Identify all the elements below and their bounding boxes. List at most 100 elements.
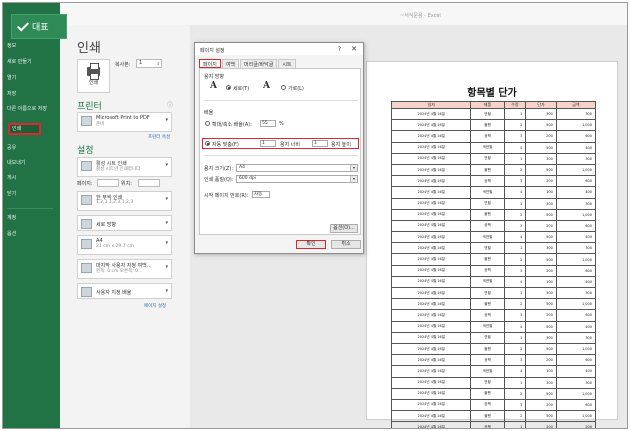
divider bbox=[204, 155, 358, 156]
table-cell: 색연필 bbox=[470, 231, 505, 244]
table-cell: 300 bbox=[525, 286, 557, 300]
copies-input[interactable]: 1 ⇕ bbox=[136, 59, 162, 68]
table-row: 2024년 4월 16일 볼펜 2 500 1,000 bbox=[390, 387, 597, 400]
scaling-select[interactable]: 사용자 지정 배율 ▾ bbox=[77, 283, 172, 299]
adjust-input[interactable]: 55 bbox=[260, 120, 276, 127]
table-cell: 500 bbox=[525, 320, 557, 333]
tab-margins[interactable]: 여백 bbox=[221, 59, 240, 68]
excel-window: ~서식문용 - Excel 대표 정보 새로 만들기 열기 저장 다른 이름으로… bbox=[2, 2, 628, 429]
settings-heading: 설정 bbox=[77, 146, 94, 156]
paper-size-select[interactable]: A4 21 cm x 29.7 cm ▾ bbox=[77, 235, 172, 255]
table-cell: 공책 bbox=[470, 309, 505, 322]
table-header: 금액 bbox=[555, 101, 597, 109]
info-icon[interactable]: ⓘ bbox=[167, 100, 173, 109]
table-cell: 400 bbox=[555, 186, 597, 199]
help-icon[interactable]: ? bbox=[338, 46, 341, 53]
landscape-radio[interactable] bbox=[281, 85, 286, 90]
first-page-input[interactable]: 자동 bbox=[252, 191, 270, 198]
table-cell: 500 bbox=[525, 410, 557, 423]
table-cell: 1 bbox=[503, 376, 527, 389]
nav-item-print[interactable]: 인쇄 bbox=[8, 123, 41, 135]
table-cell: 200 bbox=[525, 264, 557, 277]
printer-select[interactable]: Microsoft Print to PDF 준비 ▾ bbox=[77, 112, 172, 132]
tab-sheet[interactable]: 시트 bbox=[278, 59, 296, 68]
paper-size-value: A4 bbox=[239, 165, 245, 170]
nav-item-save-as[interactable]: 다른 이름으로 저장 bbox=[7, 106, 51, 112]
table-row: 2024년 4월 16일 공책 3 200 600 bbox=[390, 219, 597, 233]
nav-item-publish[interactable]: 게시 bbox=[7, 175, 16, 181]
quality-label: 인쇄 품질(Q): bbox=[204, 177, 234, 183]
fit-to-label: 자동 맞춤(F) bbox=[212, 142, 239, 148]
nav-item-account[interactable]: 계정 bbox=[7, 215, 16, 221]
table-cell: 1,000 bbox=[555, 298, 597, 311]
fit-wide-input[interactable]: 1 bbox=[260, 140, 276, 147]
margins-select[interactable]: 마지막 사용자 지정 여백... 왼쪽: 0 cm 오른쪽: 0... ▾ bbox=[77, 259, 172, 279]
table-cell: 1 bbox=[503, 286, 527, 300]
table-cell: 300 bbox=[525, 152, 557, 165]
cancel-button[interactable]: 취소 bbox=[331, 240, 361, 249]
portrait-radio[interactable] bbox=[226, 85, 231, 90]
table-row: 2024년 4월 16일 색연필 4 100 400 bbox=[390, 186, 597, 199]
nav-item-info[interactable]: 정보 bbox=[7, 43, 16, 49]
table-row: 2024년 4월 16일 볼펜 2 500 1,000 bbox=[390, 298, 597, 311]
tab-page[interactable]: 페이지 bbox=[199, 59, 221, 68]
table-cell: 600 bbox=[555, 264, 597, 277]
landscape-label: 가로(L) bbox=[288, 86, 304, 92]
collate-select[interactable]: 한 부씩 인쇄 1,2,3 1,2,3 1,2,3 ▾ bbox=[77, 191, 172, 211]
table-row: 2024년 4월 16일 색연필 4 100 400 bbox=[390, 365, 597, 378]
table-row: 2024년 4월 16일 연필 1 300 300 bbox=[390, 376, 597, 389]
nav-item-options[interactable]: 옵션 bbox=[7, 231, 16, 237]
tab-header-footer[interactable]: 머리글/바닥글 bbox=[240, 59, 278, 68]
options-button[interactable]: 옵션(O)... bbox=[330, 224, 358, 233]
table-cell: 연필 bbox=[470, 331, 505, 344]
table-cell: 200 bbox=[525, 421, 557, 428]
printer-properties-link[interactable]: 프린터 속성 bbox=[148, 134, 170, 140]
adjust-radio[interactable] bbox=[205, 121, 210, 126]
pages-to-input[interactable] bbox=[138, 179, 160, 187]
close-icon[interactable]: ✕ bbox=[351, 45, 357, 53]
chevron-down-icon: ▾ bbox=[165, 264, 168, 270]
dialog-title-bar: 페이지 설정 ? ✕ bbox=[195, 43, 363, 55]
fit-to-radio[interactable] bbox=[205, 141, 210, 146]
table-cell: 2024년 4월 16일 bbox=[390, 376, 472, 389]
landscape-icon: A bbox=[263, 81, 270, 91]
table-row: 2024년 4월 16일 볼펜 2 500 1,000 bbox=[390, 342, 597, 356]
table-cell: 연필 bbox=[470, 197, 505, 210]
page-setup-link[interactable]: 페이지 설정 bbox=[144, 303, 166, 309]
table-cell: 1 bbox=[503, 421, 527, 428]
fit-tall-input[interactable]: 1 bbox=[312, 140, 328, 147]
table-cell: 2024년 4월 16일 bbox=[390, 219, 472, 233]
table-cell: 1 bbox=[503, 331, 527, 344]
table-cell: 100 bbox=[525, 365, 557, 378]
print-what-select[interactable]: 활성 시트 인쇄 활성 시트만 인쇄합니다 ▾ bbox=[77, 157, 172, 177]
table-cell: 볼펜 bbox=[470, 410, 505, 423]
back-button[interactable]: 대표 bbox=[11, 14, 67, 39]
nav-item-open[interactable]: 열기 bbox=[7, 75, 16, 81]
nav-item-share[interactable]: 공유 bbox=[7, 145, 16, 151]
table-cell: 2024년 4월 16일 bbox=[390, 421, 472, 428]
table-cell: 연필 bbox=[470, 286, 505, 300]
printer-icon bbox=[81, 116, 92, 126]
table-cell: 3 bbox=[503, 398, 527, 412]
quality-select[interactable]: 600 dpi ▾ bbox=[236, 175, 358, 183]
copies-value: 1 bbox=[139, 60, 143, 66]
pages-from-input[interactable] bbox=[97, 179, 119, 187]
spinner-icon[interactable]: ⇕ bbox=[157, 60, 160, 67]
print-button[interactable]: 인쇄 bbox=[77, 59, 110, 93]
table-cell: 2 bbox=[503, 410, 527, 423]
nav-item-export[interactable]: 내보내기 bbox=[7, 160, 25, 166]
portrait-label: 세로(T) bbox=[233, 86, 250, 92]
table-row: 2024년 4월 16일 볼펜 2 500 1,000 bbox=[390, 163, 597, 177]
ok-button[interactable]: 확인 bbox=[296, 240, 326, 249]
orientation-select[interactable]: 세로 방향 ▾ bbox=[77, 215, 172, 231]
paper-size-select[interactable]: A4 ▾ bbox=[236, 164, 358, 172]
pages-label: 페이지: bbox=[77, 181, 93, 187]
table-cell: 300 bbox=[555, 286, 597, 300]
nav-item-save[interactable]: 저장 bbox=[7, 91, 16, 97]
table-cell: 2024년 4월 16일 bbox=[390, 365, 472, 378]
nav-item-new[interactable]: 새로 만들기 bbox=[7, 59, 32, 65]
table-cell: 2024년 4월 16일 bbox=[390, 152, 472, 165]
table-row: 2024년 4월 16일 연필 1 300 300 bbox=[390, 107, 597, 121]
nav-item-close[interactable]: 닫기 bbox=[7, 191, 16, 197]
table-cell: 500 bbox=[525, 163, 557, 177]
